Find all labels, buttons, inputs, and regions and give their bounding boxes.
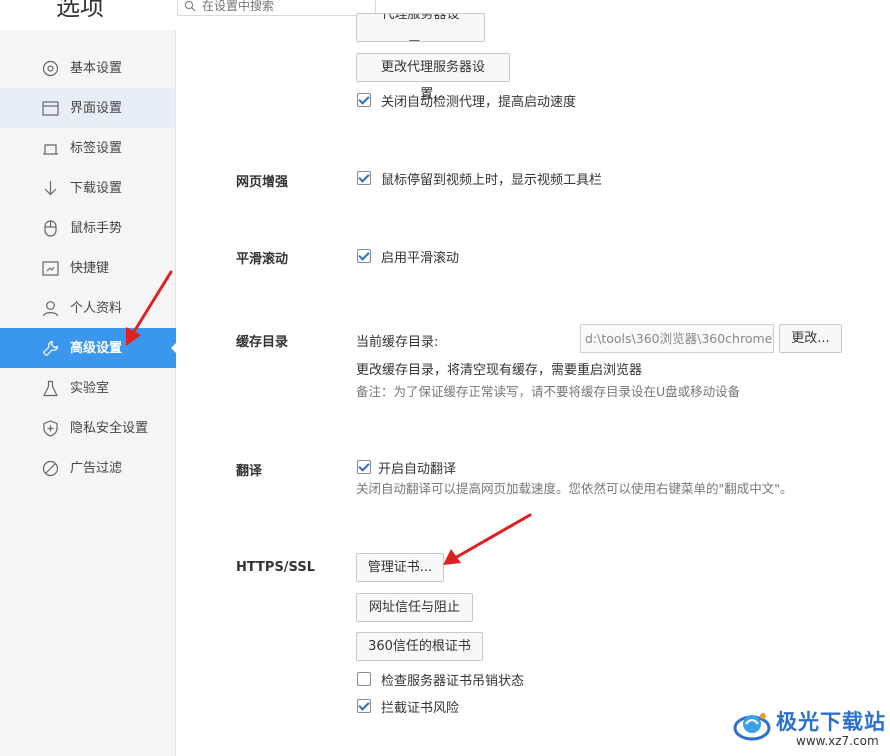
sidebar-item-label: 个人资料 <box>70 301 123 316</box>
section-translate-title: 翻译 <box>236 464 263 479</box>
url-trust-block-button[interactable]: 网址信任与阻止 <box>356 593 473 622</box>
section-https-title: HTTPS/SSL <box>236 560 315 575</box>
sidebar-item-advanced[interactable]: 高级设置 <box>0 328 177 368</box>
sidebar-item-ad-filter[interactable]: 广告过滤 <box>0 448 175 488</box>
arrow-to-manage-certs <box>443 513 532 565</box>
sidebar-item-profile[interactable]: 个人资料 <box>0 288 175 328</box>
sidebar-item-label: 标签设置 <box>70 141 123 156</box>
disable-auto-detect-label: 关闭自动检测代理，提高启动速度 <box>381 94 577 110</box>
shield-icon <box>42 420 59 437</box>
change-cache-button[interactable]: 更改... <box>779 324 842 353</box>
sidebar-item-shortcuts[interactable]: 快捷键 <box>0 248 175 288</box>
block-icon <box>42 460 59 477</box>
block-cert-risk-label: 拦截证书风险 <box>381 700 460 716</box>
check-revocation-checkbox[interactable] <box>357 672 371 686</box>
sidebar-item-label: 快捷键 <box>70 261 110 276</box>
change-proxy-button[interactable]: 更改代理服务器设置... <box>356 53 510 102</box>
mouse-icon <box>42 220 59 237</box>
proxy-settings-button-partial[interactable]: 代理服务器设置... <box>356 13 485 42</box>
video-toolbar-checkbox[interactable] <box>357 171 371 185</box>
video-toolbar-label: 鼠标停留到视频上时，显示视频工具栏 <box>381 172 603 188</box>
smooth-scroll-label: 启用平滑滚动 <box>381 250 460 266</box>
watermark-brand: 极光下载站 <box>776 710 886 734</box>
cache-hint: 更改缓存目录，将清空现有缓存，需要重启浏览器 <box>356 363 643 378</box>
active-indicator <box>171 342 177 354</box>
smooth-scroll-checkbox[interactable] <box>357 249 371 263</box>
sidebar-item-privacy[interactable]: 隐私安全设置 <box>0 408 175 448</box>
sidebar-item-label: 下载设置 <box>70 181 123 196</box>
sidebar-item-label: 鼠标手势 <box>70 221 123 236</box>
gear-icon <box>42 60 59 77</box>
check-revocation-option[interactable]: 检查服务器证书吊销状态 <box>357 671 525 689</box>
sidebar-item-label: 界面设置 <box>70 101 123 116</box>
settings-search[interactable] <box>177 0 376 16</box>
sidebar-item-label: 基本设置 <box>70 61 123 76</box>
auto-translate-checkbox[interactable] <box>357 460 371 474</box>
video-toolbar-option[interactable]: 鼠标停留到视频上时，显示视频工具栏 <box>357 170 603 188</box>
section-web-enhance-title: 网页增强 <box>236 175 289 190</box>
translate-desc: 关闭自动翻译可以提高网页加载速度。您依然可以使用右键菜单的"翻成中文"。 <box>356 481 793 496</box>
settings-sidebar: 基本设置 界面设置 标签设置 下载设置 鼠标手势 快捷键 个人资料 高级设置 实… <box>0 30 177 756</box>
search-icon <box>184 0 196 12</box>
sidebar-item-tabs[interactable]: 标签设置 <box>0 128 175 168</box>
auto-translate-option[interactable]: 开启自动翻译 <box>357 459 457 477</box>
sidebar-item-mouse-gesture[interactable]: 鼠标手势 <box>0 208 175 248</box>
section-cache-title: 缓存目录 <box>236 335 289 350</box>
manage-certificates-button[interactable]: 管理证书... <box>356 553 444 582</box>
trusted-root-certs-button[interactable]: 360信任的根证书 <box>356 632 483 661</box>
disable-auto-detect-proxy[interactable]: 关闭自动检测代理，提高启动速度 <box>357 92 577 110</box>
tab-icon <box>42 140 59 157</box>
user-icon <box>42 300 59 317</box>
keyboard-icon <box>42 260 59 277</box>
cache-current-label: 当前缓存目录: <box>356 335 439 350</box>
window-icon <box>42 100 59 117</box>
wrench-icon <box>42 340 59 357</box>
block-cert-risk-checkbox[interactable] <box>357 699 371 713</box>
smooth-scroll-option[interactable]: 启用平滑滚动 <box>357 248 460 266</box>
sidebar-item-interface[interactable]: 界面设置 <box>0 88 175 128</box>
watermark: 极光下载站 www.xz7.com <box>730 704 890 756</box>
sidebar-item-lab[interactable]: 实验室 <box>0 368 175 408</box>
sidebar-item-basic[interactable]: 基本设置 <box>0 48 175 88</box>
section-smooth-scroll-title: 平滑滚动 <box>236 252 289 267</box>
disable-auto-detect-checkbox[interactable] <box>357 93 371 107</box>
sidebar-item-label: 广告过滤 <box>70 461 123 476</box>
search-input[interactable] <box>202 0 370 15</box>
block-cert-risk-option[interactable]: 拦截证书风险 <box>357 698 460 716</box>
flask-icon <box>42 380 59 397</box>
download-icon <box>42 180 59 197</box>
auto-translate-label: 开启自动翻译 <box>378 461 457 477</box>
cache-path-field[interactable]: d:\tools\360浏览器\360chrome\c <box>580 324 774 353</box>
watermark-url: www.xz7.com <box>796 734 879 748</box>
xz7-logo-icon <box>733 713 771 741</box>
cache-note: 备注：为了保证缓存正常读写，请不要将缓存目录设在U盘或移动设备 <box>356 384 741 399</box>
sidebar-item-download[interactable]: 下载设置 <box>0 168 175 208</box>
sidebar-item-label: 隐私安全设置 <box>70 421 149 436</box>
sidebar-item-label: 高级设置 <box>70 341 123 356</box>
check-revocation-label: 检查服务器证书吊销状态 <box>381 673 525 689</box>
page-title: 选项 <box>56 0 104 21</box>
sidebar-item-label: 实验室 <box>70 381 110 396</box>
